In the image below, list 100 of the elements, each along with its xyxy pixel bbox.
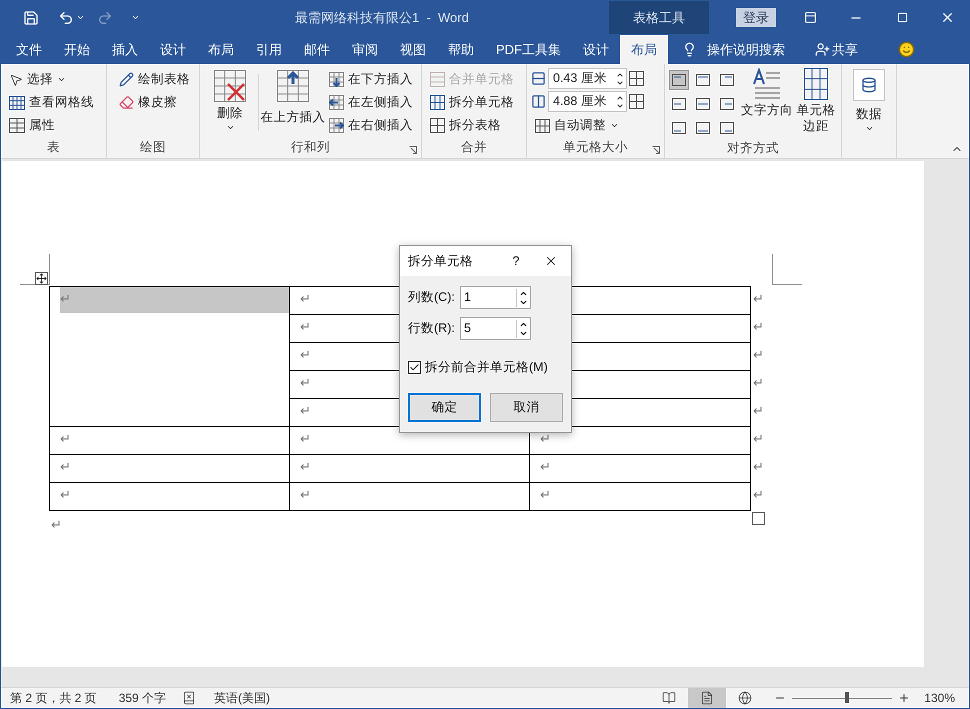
cancel-button[interactable]: 取消 bbox=[490, 392, 563, 422]
zoom-percentage[interactable]: 130% bbox=[924, 689, 955, 707]
spin-down-icon[interactable] bbox=[616, 78, 624, 86]
ribbon-tab[interactable]: 插入 bbox=[101, 35, 149, 64]
align-button[interactable] bbox=[669, 70, 689, 90]
select-button[interactable]: 选择 bbox=[5, 68, 98, 91]
properties-button[interactable]: 属性 bbox=[5, 114, 98, 137]
ribbon-tab[interactable]: PDF工具集 bbox=[485, 35, 572, 64]
row-height-icon bbox=[531, 71, 546, 86]
lightbulb-icon bbox=[682, 42, 697, 57]
ribbon-tab[interactable]: 引用 bbox=[245, 35, 293, 64]
insert-right-icon bbox=[329, 118, 344, 133]
number-field[interactable]: 5 bbox=[460, 317, 531, 340]
eraser-button[interactable]: 橡皮擦 bbox=[115, 91, 194, 114]
cell-end-mark: ↵ bbox=[300, 459, 311, 475]
row-end-mark: ↵ bbox=[752, 346, 764, 364]
dialog-launcher-icon[interactable] bbox=[652, 146, 660, 154]
help-button[interactable]: ? bbox=[501, 252, 531, 270]
customize-toolbar-icon[interactable] bbox=[131, 13, 140, 22]
group-label: 绘图 bbox=[140, 138, 166, 156]
insert-right-button[interactable]: 在右侧插入 bbox=[325, 114, 417, 137]
dialog-title: 拆分单元格 bbox=[408, 252, 474, 270]
split-cells-button[interactable]: 拆分单元格 bbox=[426, 91, 518, 114]
print-layout-button[interactable] bbox=[688, 688, 726, 708]
share-button[interactable]: 共享 bbox=[832, 40, 858, 60]
group-label: 对齐方式 bbox=[727, 140, 779, 157]
insert-left-icon bbox=[329, 95, 344, 110]
height-field[interactable]: 0.43 厘米 bbox=[548, 68, 627, 89]
zoom-slider[interactable] bbox=[792, 692, 892, 704]
cell-end-mark: ↵ bbox=[60, 431, 71, 447]
cell-end-mark: ↵ bbox=[540, 459, 551, 475]
row-end-mark: ↵ bbox=[752, 458, 764, 476]
smiley-icon[interactable] bbox=[898, 41, 915, 58]
dialog-launcher-icon[interactable] bbox=[409, 146, 417, 154]
width-field[interactable]: 4.88 厘米 bbox=[548, 91, 627, 112]
draw-table-button[interactable]: 绘制表格 bbox=[115, 68, 194, 91]
merge-cells-icon bbox=[430, 72, 445, 87]
pointer-icon bbox=[9, 72, 23, 86]
cell-end-mark: ↵ bbox=[300, 375, 311, 391]
page-count[interactable]: 第 2 页，共 2 页 bbox=[10, 689, 97, 707]
pencil-icon bbox=[119, 72, 134, 87]
number-field[interactable]: 1 bbox=[460, 286, 531, 309]
zoom-in-icon[interactable] bbox=[898, 692, 910, 704]
insert-left-button[interactable]: 在左侧插入 bbox=[325, 91, 417, 114]
row-end-mark: ↵ bbox=[752, 486, 764, 504]
print-layout-icon bbox=[700, 691, 714, 705]
merge-before-split-checkbox[interactable]: 拆分前合并单元格(M) bbox=[408, 358, 563, 377]
text-direction-button[interactable]: 文字方向 bbox=[741, 68, 793, 138]
tell-me-search[interactable]: 操作说明搜索 bbox=[707, 40, 785, 60]
ribbon-tab[interactable]: 帮助 bbox=[437, 35, 485, 64]
group-label: 行和列 bbox=[291, 139, 330, 156]
close-icon bbox=[544, 254, 558, 268]
grid-icon bbox=[9, 96, 25, 110]
ribbon-tab[interactable]: 布局 bbox=[197, 35, 245, 64]
ok-button[interactable]: 确定 bbox=[408, 392, 481, 422]
close-icon[interactable] bbox=[940, 10, 955, 25]
caret-icon bbox=[57, 75, 66, 84]
spin-down-icon[interactable] bbox=[616, 102, 624, 110]
ribbon-tab[interactable]: 布局 bbox=[620, 35, 668, 64]
ribbon-tab[interactable]: 开始 bbox=[53, 35, 101, 64]
sign-in-button[interactable]: 登录 bbox=[736, 8, 776, 27]
maximize-icon[interactable] bbox=[897, 12, 908, 23]
insert-above-icon bbox=[277, 70, 309, 102]
spin-up-icon[interactable] bbox=[616, 94, 624, 102]
language[interactable]: 英语(美国) bbox=[214, 689, 270, 707]
save-icon[interactable] bbox=[23, 10, 39, 26]
ribbon-tab[interactable]: 视图 bbox=[389, 35, 437, 64]
ribbon-tab[interactable]: 设计 bbox=[149, 35, 197, 64]
cell-end-mark: ↵ bbox=[60, 459, 71, 475]
table-resize-handle-icon[interactable] bbox=[752, 512, 765, 525]
ribbon-tab[interactable]: 审阅 bbox=[341, 35, 389, 64]
ribbon-display-options-icon[interactable] bbox=[804, 11, 817, 24]
selected-cell-text: ↵ bbox=[60, 287, 289, 313]
cell-end-mark: ↵ bbox=[60, 487, 71, 503]
insert-above-button[interactable]: 在上方插入 bbox=[261, 68, 325, 137]
cell-end-mark: ↵ bbox=[300, 347, 311, 363]
ribbon-tab[interactable]: 文件 bbox=[5, 35, 53, 64]
autofit-button[interactable]: 自动调整 bbox=[531, 114, 644, 137]
share-icon bbox=[815, 42, 830, 57]
ribbon-tab[interactable]: 邮件 bbox=[293, 35, 341, 64]
row-end-mark: ↵ bbox=[752, 402, 764, 420]
split-table-icon bbox=[430, 118, 445, 133]
paragraph-mark: ↵ bbox=[50, 516, 62, 534]
insert-below-button[interactable]: 在下方插入 bbox=[325, 68, 417, 91]
read-mode-icon bbox=[662, 691, 676, 705]
crop-mark bbox=[772, 254, 802, 285]
cell-margins-button[interactable]: 单元格边距 bbox=[795, 68, 837, 138]
undo-icon[interactable] bbox=[58, 10, 74, 26]
view-gridlines-button[interactable]: 查看网格线 bbox=[5, 91, 98, 114]
proofing-icon[interactable] bbox=[182, 691, 196, 705]
zoom-slider-thumb[interactable] bbox=[845, 692, 850, 703]
table-move-handle-icon[interactable] bbox=[35, 272, 48, 285]
caret-icon[interactable] bbox=[76, 13, 85, 22]
ribbon-tab[interactable]: 设计 bbox=[572, 35, 620, 64]
group-label: 单元格大小 bbox=[563, 139, 628, 156]
spin-up-icon[interactable] bbox=[616, 70, 624, 78]
eraser-icon bbox=[119, 95, 134, 110]
split-table-button[interactable]: 拆分表格 bbox=[426, 114, 518, 137]
delete-button[interactable]: 删除 bbox=[204, 68, 256, 137]
word-count[interactable]: 359 个字 bbox=[118, 689, 166, 707]
